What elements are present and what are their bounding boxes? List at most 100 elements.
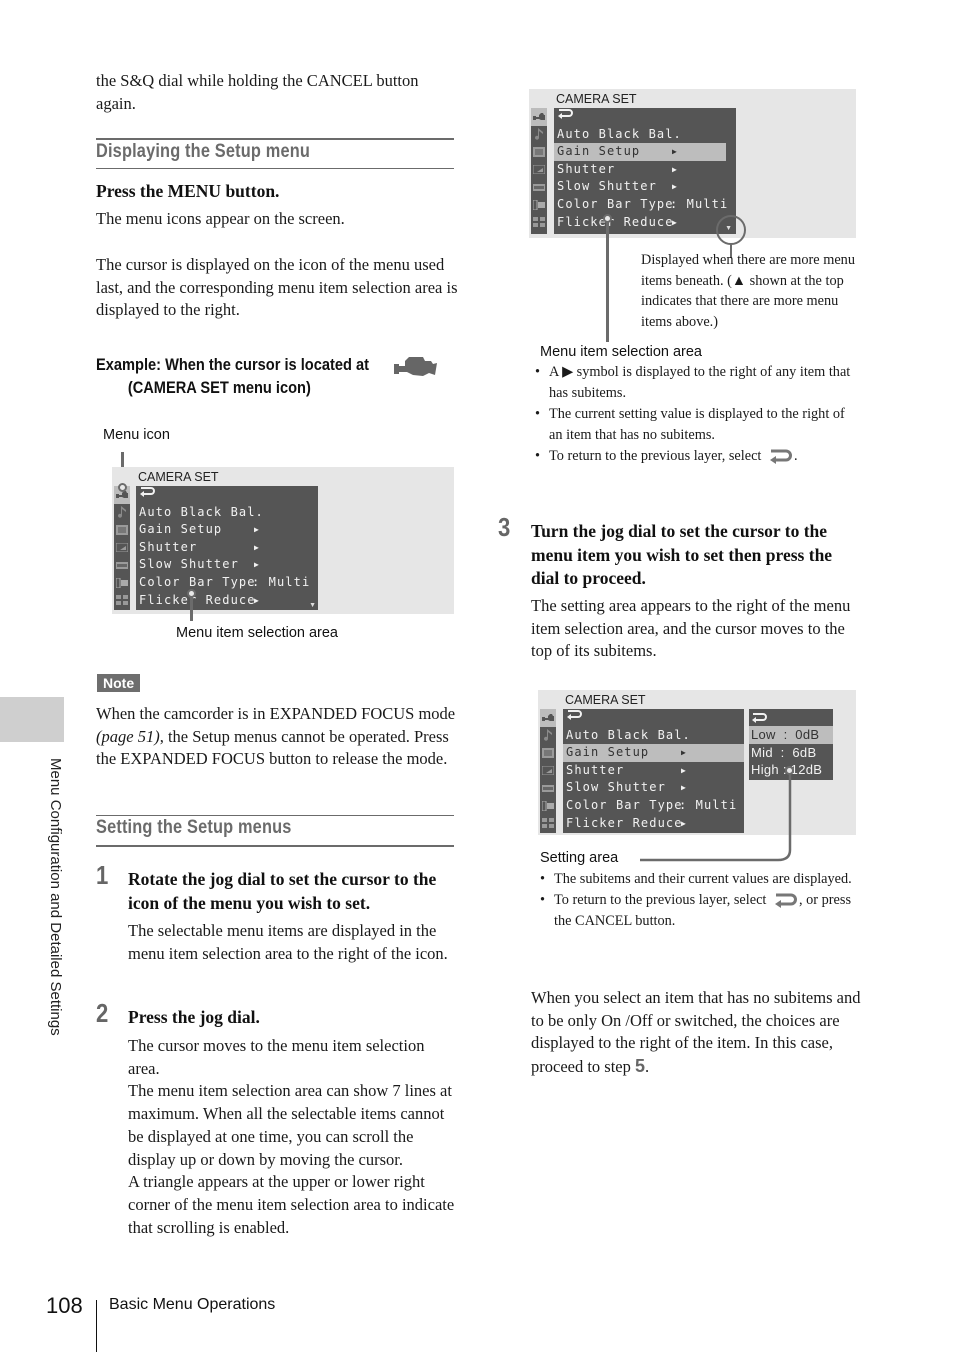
menu-icon-strip (540, 709, 556, 833)
heading-rule-top (96, 815, 454, 816)
menu-return-row[interactable] (563, 709, 744, 727)
video-out-icon[interactable] (531, 196, 547, 214)
menu-item-label: Slow Shutter (557, 179, 657, 194)
grid-icon[interactable] (540, 815, 556, 833)
heading-rule-top (96, 138, 454, 140)
menu-item-auto-black-bal[interactable]: Auto Black Bal. (136, 504, 318, 522)
submenu-arrow-icon: ▶ (672, 147, 678, 157)
audio-note-icon[interactable] (531, 126, 547, 144)
film-frame-icon[interactable] (540, 744, 556, 762)
video-out-icon[interactable] (114, 574, 130, 592)
menu-item-gain-setup[interactable]: Gain Setup ▶ (563, 744, 744, 762)
step-number-2: 2 (96, 998, 109, 1028)
menu-item-label: Auto Black Bal. (557, 126, 682, 141)
menu-item-slow-shutter[interactable]: Slow Shutter ▶ (554, 178, 736, 196)
section-heading-setting: Setting the Setup menus (96, 817, 292, 838)
submenu-arrow-icon: ▶ (254, 525, 260, 535)
callout-menu-item-selection-area: Menu item selection area (176, 625, 338, 641)
film-frame-icon[interactable] (531, 143, 547, 161)
menu-item-gain-setup[interactable]: Gain Setup ▶ (136, 521, 318, 539)
menu-item-flicker-reduce[interactable]: Flicker Reduce ▶ (136, 592, 318, 610)
setting-return-row[interactable] (749, 709, 833, 726)
setting-item-mid[interactable]: Mid : 6dB (749, 744, 833, 761)
camera-icon[interactable] (531, 108, 547, 126)
menu-item-label: Color Bar Type (557, 196, 674, 211)
footer-section-title: Basic Menu Operations (109, 1296, 276, 1313)
note-badge: Note (97, 674, 141, 692)
closing-paragraph: When you select an item that has no subi… (531, 987, 861, 1079)
callout-dot (118, 483, 127, 492)
step-2-body-para: The menu item selection area can show 7 … (128, 1081, 452, 1169)
camera-icon[interactable] (540, 709, 556, 727)
return-icon (752, 713, 767, 723)
submenu-arrow-icon: ▶ (254, 542, 260, 552)
section-heading-displaying: Displaying the Setup menu (96, 141, 311, 162)
menu-item-label: Shutter (139, 539, 198, 554)
closing-text: When you select an item that has no subi… (531, 988, 861, 1077)
scroll-down-indicator-icon: ▼ (309, 601, 316, 609)
page-reference-link[interactable]: (page 51) (96, 727, 160, 746)
chapter-side-label: Menu Configuration and Detailed Settings (47, 758, 64, 1036)
timecode-icon[interactable] (540, 779, 556, 797)
intro-text: the S&Q dial while holding the CANCEL bu… (96, 71, 419, 113)
submenu-arrow-icon: ▶ (672, 164, 678, 174)
selection-area-bullets: A ▶ symbol is displayed to the right of … (535, 362, 853, 467)
return-icon (775, 893, 797, 908)
menu-item-label: Slow Shutter (139, 557, 239, 572)
step-2-body-para: A triangle appears at the upper or lower… (128, 1172, 455, 1237)
timecode-icon[interactable] (531, 178, 547, 196)
menu-item-auto-black-bal[interactable]: Auto Black Bal. (563, 727, 744, 745)
menu-item-slow-shutter[interactable]: Slow Shutter ▶ (136, 556, 318, 574)
submenu-arrow-icon: ▶ (681, 748, 687, 758)
menu-return-row[interactable] (554, 108, 736, 126)
example-line-2: (CAMERA SET menu icon) (127, 378, 311, 397)
bullet-text: To return to the previous layer, select (549, 448, 762, 464)
setting-area-bullets: The subitems and their current values ar… (540, 869, 858, 932)
menu-item-gain-setup[interactable]: Gain Setup ▶ (554, 143, 726, 161)
menu-item-flicker-reduce[interactable]: Flicker Reduce ▶ (554, 214, 736, 232)
step-3-body: The setting area appears to the right of… (531, 596, 851, 661)
menu-item-color-bar-type[interactable]: Color Bar Type: Multi (136, 574, 318, 592)
leader-setting-area (640, 774, 792, 862)
menu-item-label: Gain Setup (566, 745, 650, 760)
menu-item-value: : Multi (252, 574, 311, 589)
video-out-icon[interactable] (540, 797, 556, 815)
display-icon[interactable] (531, 161, 547, 179)
setting-item-low[interactable]: Low : 0dB (749, 726, 833, 744)
menu-item-color-bar-type[interactable]: Color Bar Type: Multi (554, 196, 736, 214)
leader-selection-area (190, 597, 193, 621)
display-icon[interactable] (114, 539, 130, 557)
audio-note-icon[interactable] (114, 504, 130, 522)
display-icon[interactable] (540, 762, 556, 780)
menu-item-label: Auto Black Bal. (139, 504, 264, 519)
menu-item-shutter[interactable]: Shutter ▶ (554, 161, 736, 179)
menu-item-selection-area: Auto Black Bal. Gain Setup ▶ Shutter ▶ Slo… (554, 108, 736, 234)
step-reference[interactable]: 5 (635, 1056, 645, 1076)
label-setting-area: Setting area (540, 850, 619, 866)
screen-title: CAMERA SET (138, 470, 219, 484)
grid-icon[interactable] (114, 592, 130, 610)
bullet-item: A ▶ symbol is displayed to the right of … (535, 362, 853, 404)
bullet-item: The current setting value is displayed t… (535, 404, 853, 446)
note-text: When the camcorder is in EXPANDED FOCUS … (96, 703, 458, 771)
timecode-icon[interactable] (114, 556, 130, 574)
screen-title: CAMERA SET (565, 693, 646, 707)
submenu-arrow-icon: ▶ (672, 182, 678, 192)
menu-item-shutter[interactable]: Shutter ▶ (136, 539, 318, 557)
scroll-indicator-highlight-circle (716, 215, 746, 245)
step-1-title: Rotate the jog dial to set the cursor to… (128, 869, 437, 913)
step-2-body: The cursor moves to the menu item select… (128, 1035, 458, 1239)
grid-icon[interactable] (531, 214, 547, 232)
film-frame-icon[interactable] (114, 521, 130, 539)
menu-item-label: Color Bar Type (139, 574, 256, 589)
step-number-3: 3 (498, 512, 511, 542)
menu-item-auto-black-bal[interactable]: Auto Black Bal. (554, 126, 736, 144)
audio-note-icon[interactable] (540, 727, 556, 745)
chapter-tab (0, 697, 64, 742)
menu-return-row[interactable] (136, 486, 318, 504)
heading-rule-bottom (96, 845, 454, 847)
bullet-item: To return to the previous layer, select … (535, 446, 853, 467)
scroll-callout-text: Displayed when there are more menu items… (641, 252, 855, 330)
menu-item-value: : Multi (670, 196, 729, 211)
screen-title: CAMERA SET (556, 92, 637, 106)
